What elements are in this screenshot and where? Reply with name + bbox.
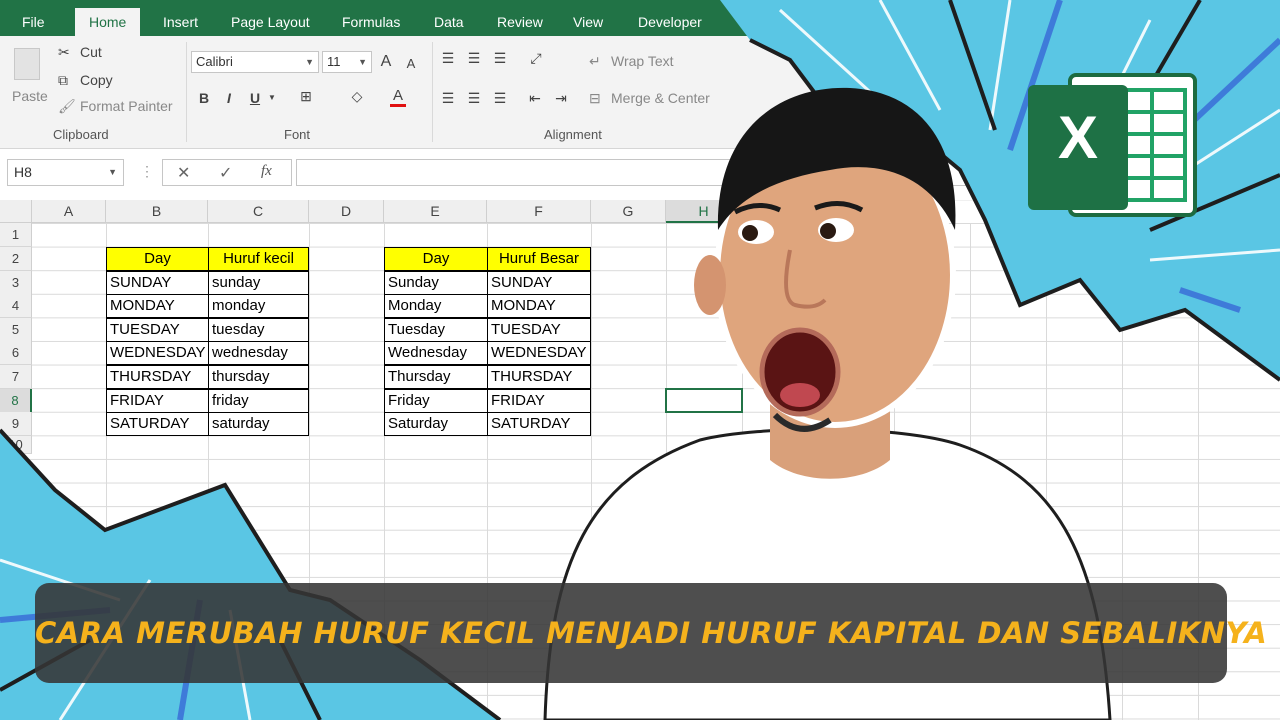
title-banner: CARA MERUBAH HURUF KECIL MENJADI HURUF K… bbox=[35, 583, 1268, 683]
banner-title: CARA MERUBAH HURUF KECIL MENJADI HURUF K… bbox=[35, 616, 1268, 650]
person-ear bbox=[694, 255, 726, 315]
excel-logo-letter: X bbox=[1057, 104, 1099, 171]
